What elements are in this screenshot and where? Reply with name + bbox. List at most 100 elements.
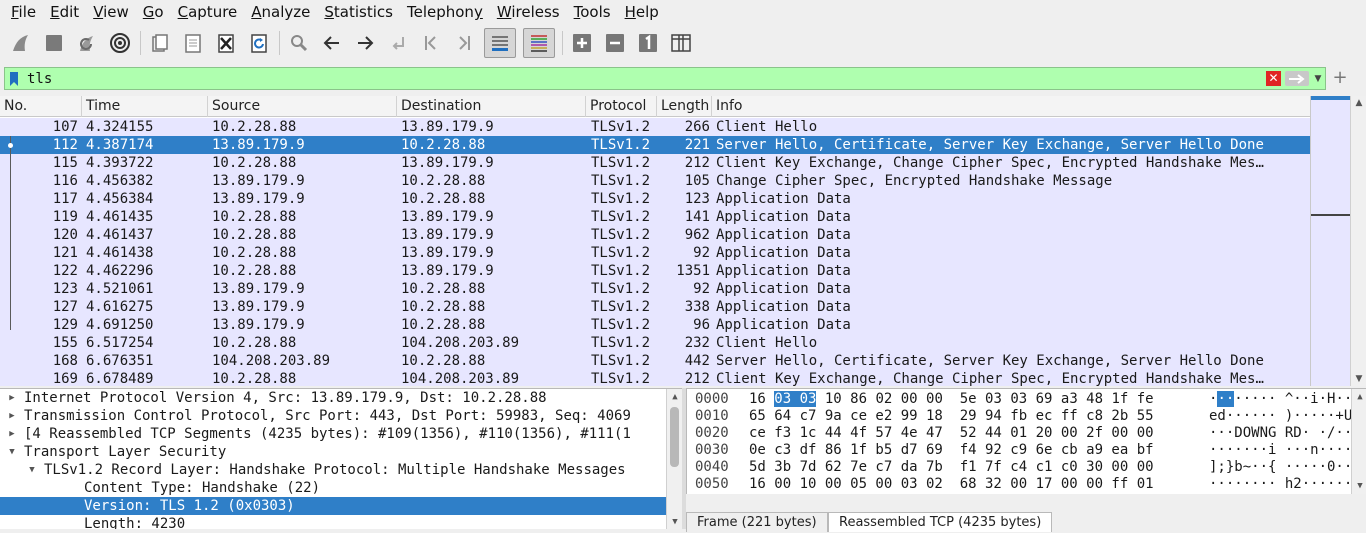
ascii-chars: ···DOWNG RD· ·/·· (1209, 425, 1353, 441)
menu-help[interactable]: Help (618, 0, 666, 24)
packet-row[interactable]: 120 4.461437 10.2.28.88 13.89.179.9 TLSv1.2 9… (0, 226, 1310, 244)
detail-tree-item[interactable]: ▼ Transport Layer Security (0, 443, 666, 461)
find-packet-search-icon[interactable] (286, 30, 312, 56)
menu-tools[interactable]: Tools (567, 0, 618, 24)
packet-row[interactable]: 115 4.393722 10.2.28.88 13.89.179.9 TLSv1.2 2… (0, 154, 1310, 172)
menu-file[interactable]: File (4, 0, 43, 24)
menu-statistics[interactable]: Statistics (317, 0, 400, 24)
normal-size-icon[interactable] (635, 30, 661, 56)
filter-bookmark-icon[interactable] (5, 68, 23, 89)
packet-row[interactable]: 107 4.324155 10.2.28.88 13.89.179.9 TLSv1.2 2… (0, 118, 1310, 136)
packet-row[interactable]: 112 4.387174 13.89.179.9 10.2.28.88 TLSv1.2 2… (0, 136, 1310, 154)
packet-details-tree: ▶ Internet Protocol Version 4, Src: 13.89… (0, 388, 682, 529)
reload-file-icon[interactable] (246, 30, 272, 56)
display-filter-bar: ✕ ▼ (4, 67, 1326, 90)
menu-wireless[interactable]: Wireless (490, 0, 567, 24)
packet-row[interactable]: 116 4.456382 13.89.179.9 10.2.28.88 TLSv1.2 1… (0, 172, 1310, 190)
stop-capture-icon[interactable] (41, 30, 67, 56)
expanded-triangle-icon[interactable]: ▼ (26, 461, 38, 479)
go-to-packet-icon[interactable] (385, 30, 411, 56)
zoom-in-icon[interactable] (569, 30, 595, 56)
go-forward-arrow-icon[interactable] (352, 30, 378, 56)
column-header-length[interactable]: Length (657, 96, 712, 117)
column-header-time[interactable]: Time (82, 96, 208, 117)
packet-info: Application Data (716, 227, 851, 243)
bytes-scrollbar[interactable]: ▲ ▼ (1351, 389, 1366, 494)
packet-minimap[interactable] (1310, 96, 1351, 386)
colorize-packets-icon[interactable] (523, 28, 555, 58)
hex-bytes: 5d 3b 7d 62 7e c7 da 7b f1 7f c4 c1 c0 3… (749, 459, 1154, 475)
byte-ascii: ];}b~··{ ·····0·· (1209, 459, 1352, 476)
detail-tree-item[interactable]: Length: 4230 (0, 515, 666, 529)
apply-filter-arrow-icon[interactable] (1285, 71, 1309, 86)
scroll-down-arrow-icon[interactable]: ▼ (1354, 374, 1364, 384)
menu-capture[interactable]: Capture (171, 0, 245, 24)
details-scrollbar[interactable]: ▲ ▼ (666, 389, 682, 529)
packet-row[interactable]: 168 6.676351 104.208.203.89 10.2.28.88 TLSv1… (0, 352, 1310, 370)
menu-go[interactable]: Go (136, 0, 171, 24)
packet-row[interactable]: 123 4.521061 13.89.179.9 10.2.28.88 TLSv1.2 9… (0, 280, 1310, 298)
autoscroll-icon[interactable] (484, 28, 516, 58)
packet-source: 10.2.28.88 (212, 335, 297, 351)
menu-view[interactable]: View (86, 0, 136, 24)
column-header-source[interactable]: Source (208, 96, 397, 117)
close-file-icon[interactable] (213, 30, 239, 56)
scroll-up-arrow-icon[interactable]: ▲ (1354, 98, 1364, 108)
scroll-up-arrow-icon[interactable]: ▲ (670, 392, 680, 402)
detail-tree-item[interactable]: ▶ Transmission Control Protocol, Src Port… (0, 407, 666, 425)
save-file-icon[interactable] (180, 30, 206, 56)
collapsed-triangle-icon[interactable]: ▶ (6, 407, 18, 425)
detail-tree-item[interactable]: Version: TLS 1.2 (0x0303) (0, 497, 666, 515)
start-capture-shark-fin-icon[interactable] (8, 30, 34, 56)
add-filter-button-plus-icon[interactable]: + (1332, 69, 1348, 87)
packet-info: Application Data (716, 209, 851, 225)
column-header-no[interactable]: No. (0, 96, 82, 117)
collapsed-triangle-icon[interactable]: ▶ (6, 389, 18, 407)
packet-row[interactable]: 169 6.678489 10.2.28.88 104.208.203.89 TLSv1… (0, 370, 1310, 386)
packet-protocol: TLSv1.2 (591, 155, 651, 171)
menu-analyze[interactable]: Analyze (244, 0, 317, 24)
packet-source: 13.89.179.9 (212, 281, 305, 297)
detail-tree-item[interactable]: ▼ TLSv1.2 Record Layer: Handshake Protoco… (0, 461, 666, 479)
packet-row[interactable]: 129 4.691250 13.89.179.9 10.2.28.88 TLSv1.2 9… (0, 316, 1310, 334)
packet-row[interactable]: 127 4.616275 13.89.179.9 10.2.28.88 TLSv1.2 3… (0, 298, 1310, 316)
collapsed-triangle-icon[interactable]: ▶ (6, 425, 18, 443)
filter-history-chevron-down-icon[interactable]: ▼ (1311, 68, 1325, 89)
packet-row[interactable]: 117 4.456384 13.89.179.9 10.2.28.88 TLSv1.2 1… (0, 190, 1310, 208)
detail-tree-item[interactable]: Content Type: Handshake (22) (0, 479, 666, 497)
go-back-arrow-icon[interactable] (319, 30, 345, 56)
open-file-icon[interactable] (147, 30, 173, 56)
scroll-thumb[interactable] (670, 407, 679, 467)
column-header-info[interactable]: Info (712, 96, 1310, 117)
hex-bytes: 16 (749, 391, 775, 407)
menu-telephony[interactable]: Telephony (400, 0, 490, 24)
clear-filter-icon[interactable]: ✕ (1266, 71, 1281, 86)
restart-capture-icon[interactable] (74, 30, 100, 56)
scroll-down-arrow-icon[interactable]: ▼ (670, 517, 680, 527)
ascii-chars: ····· ^··i·H·· (1234, 391, 1353, 407)
byte-hex: ce f3 1c 44 4f 57 4e 47 52 44 01 20 00 2… (749, 425, 1154, 442)
packet-row[interactable]: 119 4.461435 10.2.28.88 13.89.179.9 TLSv1.2 1… (0, 208, 1310, 226)
first-packet-icon[interactable] (418, 30, 444, 56)
detail-tree-item[interactable]: ▶ Internet Protocol Version 4, Src: 13.89… (0, 389, 666, 407)
packet-row[interactable]: 121 4.461438 10.2.28.88 13.89.179.9 TLSv1.2 9… (0, 244, 1310, 262)
column-header-protocol[interactable]: Protocol (586, 96, 657, 117)
tab-reassembled-tcp[interactable]: Reassembled TCP (4235 bytes) (828, 512, 1053, 532)
expanded-triangle-icon[interactable]: ▼ (6, 443, 18, 461)
packet-row[interactable]: 155 6.517254 10.2.28.88 104.208.203.89 TLSv1… (0, 334, 1310, 352)
zoom-out-icon[interactable] (602, 30, 628, 56)
last-packet-icon[interactable] (451, 30, 477, 56)
scroll-down-arrow-icon[interactable]: ▼ (1355, 481, 1365, 491)
selected-packet-marker (8, 143, 13, 148)
packet-time: 4.461438 (86, 245, 154, 261)
scroll-up-arrow-icon[interactable]: ▲ (1355, 392, 1365, 402)
tab-frame-bytes[interactable]: Frame (221 bytes) (686, 512, 828, 532)
column-header-destination[interactable]: Destination (397, 96, 586, 117)
display-filter-input[interactable] (23, 68, 1266, 89)
resize-columns-icon[interactable] (668, 30, 694, 56)
packet-row[interactable]: 122 4.462296 10.2.28.88 13.89.179.9 TLSv1.2 1… (0, 262, 1310, 280)
detail-tree-item[interactable]: ▶ [4 Reassembled TCP Segments (4235 bytes… (0, 425, 666, 443)
capture-options-gear-icon[interactable] (107, 30, 133, 56)
menu-edit[interactable]: Edit (43, 0, 86, 24)
packet-list-scrollbar[interactable]: ▲ ▼ (1350, 96, 1366, 386)
